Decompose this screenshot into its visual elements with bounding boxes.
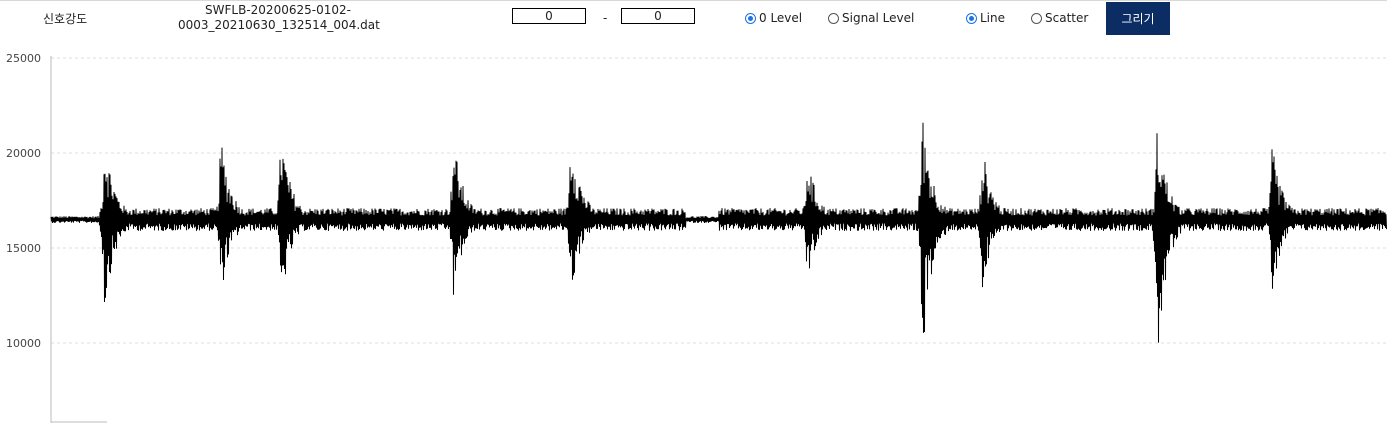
- file-name-line-1: SWFLB-20200625-0102-: [205, 3, 351, 17]
- radio-zero-level[interactable]: 0 Level: [745, 11, 802, 25]
- y-tick-label: 15000: [6, 242, 41, 255]
- signal-strength-label: 신호강도: [43, 12, 88, 26]
- radio-signal-level[interactable]: Signal Level: [828, 11, 914, 25]
- radio-line[interactable]: Line: [966, 11, 1005, 25]
- radio-line-label: Line: [980, 11, 1006, 25]
- file-name: SWFLB-20200625-0102- 0003_20210630_13251…: [178, 3, 380, 33]
- toolbar: 신호강도 SWFLB-20200625-0102- 0003_20210630_…: [0, 0, 1387, 48]
- range-separator: -: [603, 11, 608, 25]
- y-tick-label: 20000: [6, 147, 41, 160]
- radio-scatter-label: Scatter: [1045, 11, 1089, 25]
- radio-zero-level-indicator[interactable]: [745, 12, 756, 24]
- signal-chart: 500010000150002000025000: [0, 48, 1387, 423]
- radio-scatter[interactable]: Scatter: [1031, 11, 1088, 25]
- chart-grid: [51, 57, 1387, 344]
- radio-signal-level-indicator[interactable]: [828, 12, 839, 24]
- y-axis-ticks: 500010000150002000025000: [6, 52, 41, 350]
- signal-series-line: [50, 122, 1387, 343]
- signal-chart-svg: 500010000150002000025000: [6, 52, 1387, 423]
- range-end-input[interactable]: [621, 8, 695, 24]
- radio-zero-level-label: 0 Level: [759, 11, 803, 25]
- radio-signal-level-label: Signal Level: [842, 11, 915, 25]
- y-tick-label: 25000: [6, 52, 41, 65]
- radio-line-indicator[interactable]: [966, 12, 977, 24]
- radio-scatter-indicator[interactable]: [1031, 12, 1042, 24]
- y-tick-label: 10000: [6, 337, 41, 350]
- file-name-line-2: 0003_20210630_132514_004.dat: [178, 18, 380, 32]
- draw-button[interactable]: 그리기: [1106, 2, 1170, 35]
- range-start-input[interactable]: [512, 8, 586, 24]
